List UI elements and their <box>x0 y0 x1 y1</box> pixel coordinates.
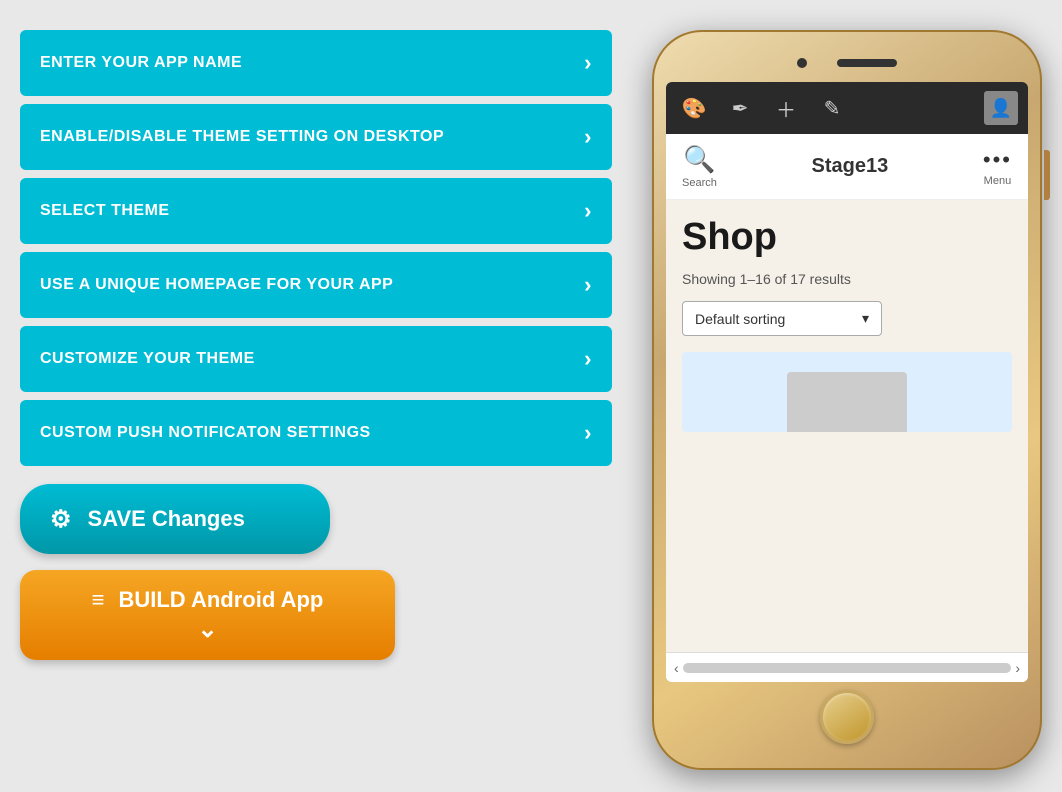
sort-dropdown-label: Default sorting <box>695 311 785 327</box>
save-icon: ⚙ <box>50 505 72 534</box>
menu-item-push-notifications[interactable]: CUSTOM PUSH NOTIFICATON SETTINGS › <box>20 400 612 466</box>
menu-item-customize-theme[interactable]: CUSTOMIZE YOUR THEME › <box>20 326 612 392</box>
right-panel: 🎨 ✒ ＋ ✎ 👤 🔍 Search Stage13 ••• Menu <box>652 20 1042 770</box>
search-button[interactable]: 🔍 Search <box>682 144 717 189</box>
menu-item-app-name-label: ENTER YOUR APP NAME <box>40 54 242 72</box>
result-count: Showing 1–16 of 17 results <box>682 271 1012 287</box>
build-button-top-row: ≡ BUILD Android App <box>92 587 324 613</box>
phone-camera <box>797 58 807 68</box>
toolbar-palette-icon[interactable]: 🎨 <box>676 90 712 126</box>
phone-screen: 🎨 ✒ ＋ ✎ 👤 🔍 Search Stage13 ••• Menu <box>666 82 1028 682</box>
menu-label: Menu <box>984 175 1012 187</box>
save-button-label: SAVE Changes <box>88 506 245 532</box>
menu-item-push-notifications-label: CUSTOM PUSH NOTIFICATON SETTINGS <box>40 424 371 442</box>
menu-item-unique-homepage-label: USE A UNIQUE HOMEPAGE FOR YOUR APP <box>40 276 393 294</box>
save-button[interactable]: ⚙ SAVE Changes <box>20 484 330 554</box>
search-icon: 🔍 <box>683 144 715 175</box>
scroll-right-arrow[interactable]: › <box>1015 660 1020 676</box>
product-area <box>682 352 1012 432</box>
build-chevron-icon: ⌄ <box>197 615 217 644</box>
sort-dropdown-arrow: ▾ <box>862 310 869 327</box>
toolbar-pen-icon[interactable]: ✒ <box>722 90 758 126</box>
build-button-label: BUILD Android App <box>118 587 323 613</box>
phone-mockup: 🎨 ✒ ＋ ✎ 👤 🔍 Search Stage13 ••• Menu <box>652 30 1042 770</box>
menu-item-select-theme[interactable]: SELECT THEME › <box>20 178 612 244</box>
phone-side-button <box>1044 150 1050 200</box>
build-icon: ≡ <box>92 587 105 613</box>
menu-button[interactable]: ••• Menu <box>983 147 1012 187</box>
menu-item-theme-setting-label: ENABLE/DISABLE THEME SETTING ON DESKTOP <box>40 128 444 146</box>
sort-dropdown[interactable]: Default sorting ▾ <box>682 301 882 336</box>
chevron-icon-5: › <box>584 420 592 446</box>
scroll-track[interactable] <box>683 663 1012 673</box>
phone-toolbar: 🎨 ✒ ＋ ✎ 👤 <box>666 82 1028 134</box>
toolbar-edit-icon[interactable]: ✎ <box>814 90 850 126</box>
phone-scroll-bar: ‹ › <box>666 652 1028 682</box>
build-button[interactable]: ≡ BUILD Android App ⌄ <box>20 570 395 660</box>
toolbar-avatar[interactable]: 👤 <box>984 91 1018 125</box>
phone-home-button[interactable] <box>820 690 874 744</box>
phone-speaker <box>837 59 897 67</box>
left-panel: ENTER YOUR APP NAME › ENABLE/DISABLE THE… <box>20 20 612 660</box>
chevron-icon-3: › <box>584 272 592 298</box>
phone-nav-bar: 🔍 Search Stage13 ••• Menu <box>666 134 1028 200</box>
search-label: Search <box>682 177 717 189</box>
chevron-icon-1: › <box>584 124 592 150</box>
menu-item-customize-theme-label: CUSTOMIZE YOUR THEME <box>40 350 255 368</box>
chevron-icon-4: › <box>584 346 592 372</box>
menu-item-unique-homepage[interactable]: USE A UNIQUE HOMEPAGE FOR YOUR APP › <box>20 252 612 318</box>
shop-page-title: Shop <box>682 216 1012 259</box>
menu-item-select-theme-label: SELECT THEME <box>40 202 170 220</box>
scroll-left-arrow[interactable]: ‹ <box>674 660 679 676</box>
dots-icon: ••• <box>983 147 1012 173</box>
menu-item-app-name[interactable]: ENTER YOUR APP NAME › <box>20 30 612 96</box>
toolbar-add-icon[interactable]: ＋ <box>768 90 804 126</box>
phone-top-bar <box>666 48 1028 78</box>
chevron-icon-2: › <box>584 198 592 224</box>
phone-home-area <box>666 682 1028 752</box>
menu-item-theme-setting[interactable]: ENABLE/DISABLE THEME SETTING ON DESKTOP … <box>20 104 612 170</box>
phone-content: Shop Showing 1–16 of 17 results Default … <box>666 200 1028 652</box>
site-title: Stage13 <box>717 155 983 178</box>
chevron-icon-0: › <box>584 50 592 76</box>
product-image-placeholder <box>787 372 907 432</box>
